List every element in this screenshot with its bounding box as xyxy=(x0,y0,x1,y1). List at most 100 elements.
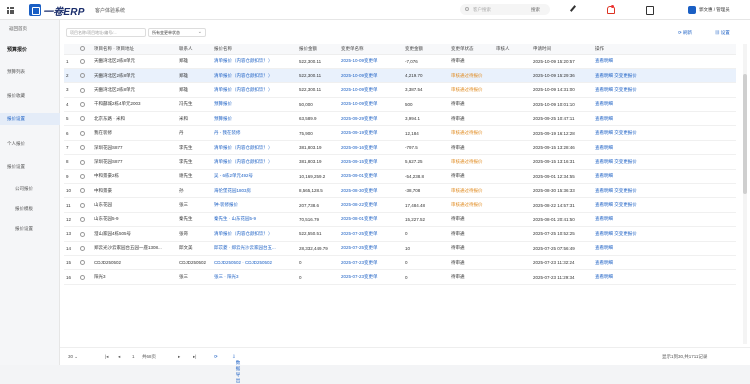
avatar[interactable] xyxy=(688,6,696,14)
row-actions[interactable]: 查看明细 xyxy=(593,169,736,185)
table-row[interactable]: 7 深圳花园S877 李先生 清单报价（内容仓颜扣饮！） 381,803.19 2025-… xyxy=(64,140,736,156)
row-select-radio[interactable] xyxy=(80,130,85,136)
back-home-link[interactable]: 返回首页 xyxy=(9,26,27,32)
row-select-radio[interactable] xyxy=(80,188,85,194)
table-row[interactable]: 13 澄山家园4栋505号 张哥 清单报价（内容仓颜扣饮！） 522,550.51 202… xyxy=(64,226,736,242)
row-actions[interactable]: 查看明细 交变更报价 xyxy=(593,197,736,213)
quote-name-link[interactable]: 清单报价（内容仓颜扣饮！） xyxy=(212,68,297,84)
row-actions[interactable]: 查看明细 交变更报价 xyxy=(593,226,736,242)
change-order-link[interactable]: 2025-10-09变更单 xyxy=(339,54,403,69)
table-row[interactable]: 2 天豳湾北区2栋8单元 郑雄 清单报价（内容仓颜扣饮！） 522,300.11 2025… xyxy=(64,68,736,84)
first-page-button[interactable]: |◂ xyxy=(105,354,108,360)
row-select-radio[interactable] xyxy=(80,202,85,208)
change-order-link[interactable]: 2025-07-25变更单 xyxy=(339,226,403,242)
sidebar-item-settings[interactable]: 报价设置 xyxy=(15,226,33,232)
apps-grid-icon[interactable] xyxy=(7,7,14,14)
quote-name-link[interactable]: 清单报价（内容仓颜扣饮！） xyxy=(212,54,297,69)
change-order-link[interactable]: 2025-08-22变更单 xyxy=(339,197,403,213)
row-actions[interactable]: 查看明细 交变更报价 xyxy=(593,125,736,141)
quote-name-link[interactable]: 张三 · 阳光3 xyxy=(212,269,297,285)
row-select-radio[interactable] xyxy=(80,173,85,179)
change-order-link[interactable]: 2025-09-19变更单 xyxy=(339,125,403,141)
change-order-link[interactable]: 2025-08-30变更单 xyxy=(339,183,403,199)
change-order-link[interactable]: 2025-09-29变更单 xyxy=(339,111,403,127)
customer-search[interactable]: 客户搜索 搜索 xyxy=(460,4,550,15)
bell-icon[interactable] xyxy=(606,5,615,14)
row-actions[interactable]: 查看明细 交变更报价 xyxy=(593,183,736,199)
quote-name-link[interactable]: 清单报价（内容仓颜扣饮！） xyxy=(212,82,297,98)
row-select-radio[interactable] xyxy=(80,102,85,108)
row-select-radio[interactable] xyxy=(80,245,85,251)
change-order-link[interactable]: 2025-09-15变更单 xyxy=(339,154,403,170)
table-row[interactable]: 14 郑云光沙云家园台五园一座1308... 邱文美 邱苡菱 · 郑云光沙云家园台五.… xyxy=(64,241,736,256)
table-row[interactable]: 1 天豳湾北区2栋8单元 郑雄 清单报价（内容仓颜扣饮！） 522,300.11 2025… xyxy=(64,54,736,69)
row-actions[interactable]: 查看明细 交变更报价 xyxy=(593,82,736,98)
select-all-radio[interactable] xyxy=(80,46,85,52)
status-filter-select[interactable]: 所有变更单状态 xyxy=(148,28,206,37)
page-size-select[interactable]: 30 ⌄ xyxy=(68,354,78,360)
table-row[interactable]: 15 CDJD250502 CDJD250502 CDJD250502 · CDJD2… xyxy=(64,255,736,271)
scrollbar[interactable] xyxy=(743,44,747,344)
change-order-link[interactable]: 2025-08-01变更单 xyxy=(339,212,403,228)
last-page-button[interactable]: ▸| xyxy=(193,354,196,360)
scrollbar-thumb[interactable] xyxy=(743,74,747,194)
page-input[interactable]: 1 xyxy=(132,354,135,359)
change-order-link[interactable]: 2025-07-25变更单 xyxy=(339,241,403,256)
row-select-radio[interactable] xyxy=(80,116,85,122)
sidebar-item-quote-settings[interactable]: 报价设置 xyxy=(0,113,60,125)
prev-page-button[interactable]: ◂ xyxy=(118,354,120,360)
row-select-radio[interactable] xyxy=(80,58,85,64)
reload-icon[interactable]: ⟳ xyxy=(214,354,218,360)
quote-name-link[interactable]: CDJD250502 · CDJD250502 xyxy=(212,255,297,271)
change-order-link[interactable]: 2025-10-09变更单 xyxy=(339,68,403,84)
save-icon[interactable] xyxy=(645,5,654,15)
row-actions[interactable]: 查看明细 xyxy=(593,212,736,228)
table-row[interactable]: 9 中和景豪2栋 谢先生吴 - 6栋2单元492号 10,169,259.2 2025-… xyxy=(64,169,736,185)
change-order-link[interactable]: 2025-07-23变更单 xyxy=(339,255,403,271)
change-order-link[interactable]: 2025-09-01变更单 xyxy=(339,169,403,185)
row-select-radio[interactable] xyxy=(80,145,85,151)
search-button[interactable]: 搜索 xyxy=(531,7,540,13)
refresh-button[interactable]: ⟳ 刷新 xyxy=(678,28,692,38)
row-actions[interactable]: 查看明细 交变更报价 xyxy=(593,68,736,84)
sidebar-item-budget-list[interactable]: 预算列表 xyxy=(7,69,25,75)
user-name[interactable]: 郭文惠 / 管理员 xyxy=(699,7,730,13)
table-row[interactable]: 8 深圳花园S877 李先生 清单报价（内容仓颜扣饮！） 381,803.19 2025-… xyxy=(64,154,736,170)
quote-name-link[interactable]: 预算报价 xyxy=(212,97,297,113)
quote-name-link[interactable]: 海伦堡花园1803房 xyxy=(212,183,297,199)
quote-name-link[interactable]: 清单报价（内容仓颜扣饮！） xyxy=(212,226,297,242)
table-row[interactable]: 3 天豳湾北区2栋8单元 郑雄 清单报价（内容仓颜扣饮！） 522,300.11 2025… xyxy=(64,82,736,98)
table-row[interactable]: 4 千和酃城2栋4单元2003 冯先生 预算报价 50,000 2025-10-09变更单… xyxy=(64,97,736,113)
row-actions[interactable]: 查看明细 交变更报价 xyxy=(593,154,736,170)
next-page-button[interactable]: ▸ xyxy=(178,354,180,360)
row-select-radio[interactable] xyxy=(80,274,85,280)
quote-name-link[interactable]: 预算报价 xyxy=(212,111,297,127)
sidebar-item-favorites[interactable]: 报价收藏 xyxy=(7,93,25,99)
sidebar-group-settings[interactable]: 报价设置 xyxy=(7,164,25,170)
quote-name-link[interactable]: 邱苡菱 · 郑云光沙云家园台五... xyxy=(212,241,297,256)
quote-name-link[interactable]: 钟-装修报价 xyxy=(212,197,297,213)
row-select-radio[interactable] xyxy=(80,231,85,237)
row-actions[interactable]: 查看明细 xyxy=(593,111,736,127)
row-actions[interactable]: 查看明细 xyxy=(593,241,736,256)
export-button[interactable]: ⇩ 数据导出 xyxy=(232,354,240,383)
quote-name-link[interactable]: 吴 - 6栋2单元492号 xyxy=(212,169,297,185)
sidebar-item-company[interactable]: 公司报价 xyxy=(15,186,33,192)
table-row[interactable]: 11 山东花园 张三 钟-装修报价 207,738.6 2025-08-22变更单 17,4… xyxy=(64,197,736,213)
table-row[interactable]: 16 阳光3 张三 张三 · 阳光3 0 2025-07-23变更单 0 待审通 2025-07… xyxy=(64,269,736,285)
quote-name-link[interactable]: 丹 - 我在装修 xyxy=(212,125,297,141)
row-select-radio[interactable] xyxy=(80,260,85,266)
table-row[interactable]: 5 北京东路 · 米和 米和 预算报价 63,589.9 2025-09-29变更单 3,9… xyxy=(64,111,736,127)
quote-name-link[interactable]: 秦先生 · 山东花园5-9 xyxy=(212,212,297,228)
row-actions[interactable]: 查看明细 xyxy=(593,140,736,156)
row-select-radio[interactable] xyxy=(80,217,85,223)
change-order-link[interactable]: 2025-10-09变更单 xyxy=(339,82,403,98)
sidebar-item-personal[interactable]: 个人报价 xyxy=(7,141,25,147)
table-row[interactable]: 12 山东花园5-9 秦先生 秦先生 · 山东花园5-9 70,516.79 2025-0… xyxy=(64,212,736,228)
row-actions[interactable]: 查看明细 xyxy=(593,97,736,113)
row-select-radio[interactable] xyxy=(80,159,85,165)
quote-name-link[interactable]: 清单报价（内容仓颜扣饮！） xyxy=(212,154,297,170)
change-order-link[interactable]: 2025-10-09变更单 xyxy=(339,97,403,113)
change-order-link[interactable]: 2025-07-23变更单 xyxy=(339,269,403,285)
sidebar-group-quote[interactable]: 预算报价 xyxy=(7,46,27,53)
